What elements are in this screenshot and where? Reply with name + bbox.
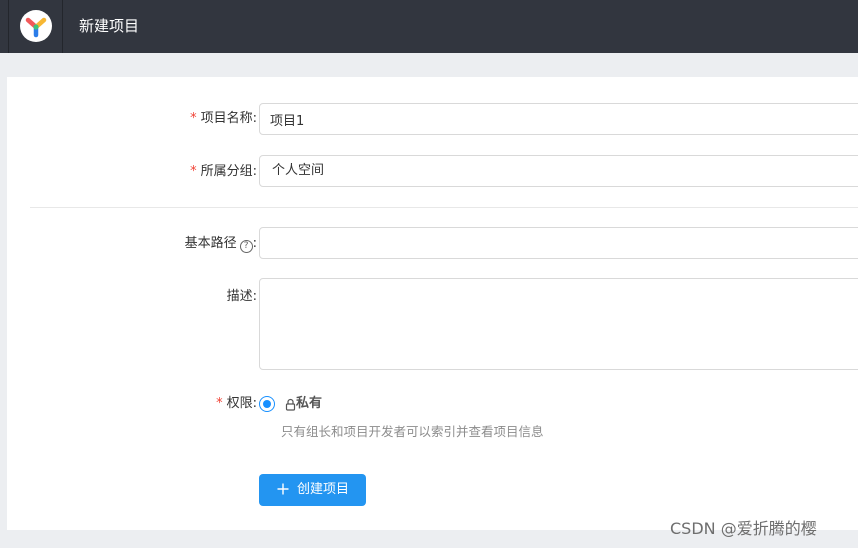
create-project-button[interactable]: 创建项目 [259,474,366,506]
yapi-logo-icon[interactable] [20,10,52,42]
create-project-label: 创建项目 [297,482,350,497]
lock-icon [285,398,296,411]
project-name-input[interactable] [259,103,858,135]
required-mark: * [190,164,197,179]
radio-selected-dot [263,400,271,408]
page-title: 新建项目 [79,17,140,35]
group-label: * 所属分组: [190,164,257,179]
description-label: 描述: [226,289,257,304]
watermark: CSDN @爱折腾的樱 [670,519,817,538]
new-project-form: *项目名称: *所属分组: 个人空间 基本路径?: 描述: *权限: 私有 只有… [7,77,858,530]
logo-container[interactable] [8,0,63,53]
permission-description: 只有组长和项目开发者可以索引并查看项目信息 [281,424,544,439]
base-path-label: 基本路径?: [184,236,257,253]
help-icon[interactable]: ? [239,240,253,253]
project-name-label: * 项目名称: [190,111,257,126]
group-select[interactable]: 个人空间 [259,155,858,187]
private-option-label[interactable]: 私有 [296,395,322,413]
form-divider [30,207,858,208]
top-navigation-bar: 新建项目 [0,0,858,53]
description-textarea[interactable] [259,278,858,370]
private-radio[interactable] [259,396,275,412]
base-path-input[interactable] [259,227,858,259]
required-mark: * [190,111,197,126]
plus-icon [277,483,289,495]
group-selected-value: 个人空间 [272,163,325,178]
required-mark: * [216,396,223,411]
permission-label: * 权限: [216,396,257,411]
